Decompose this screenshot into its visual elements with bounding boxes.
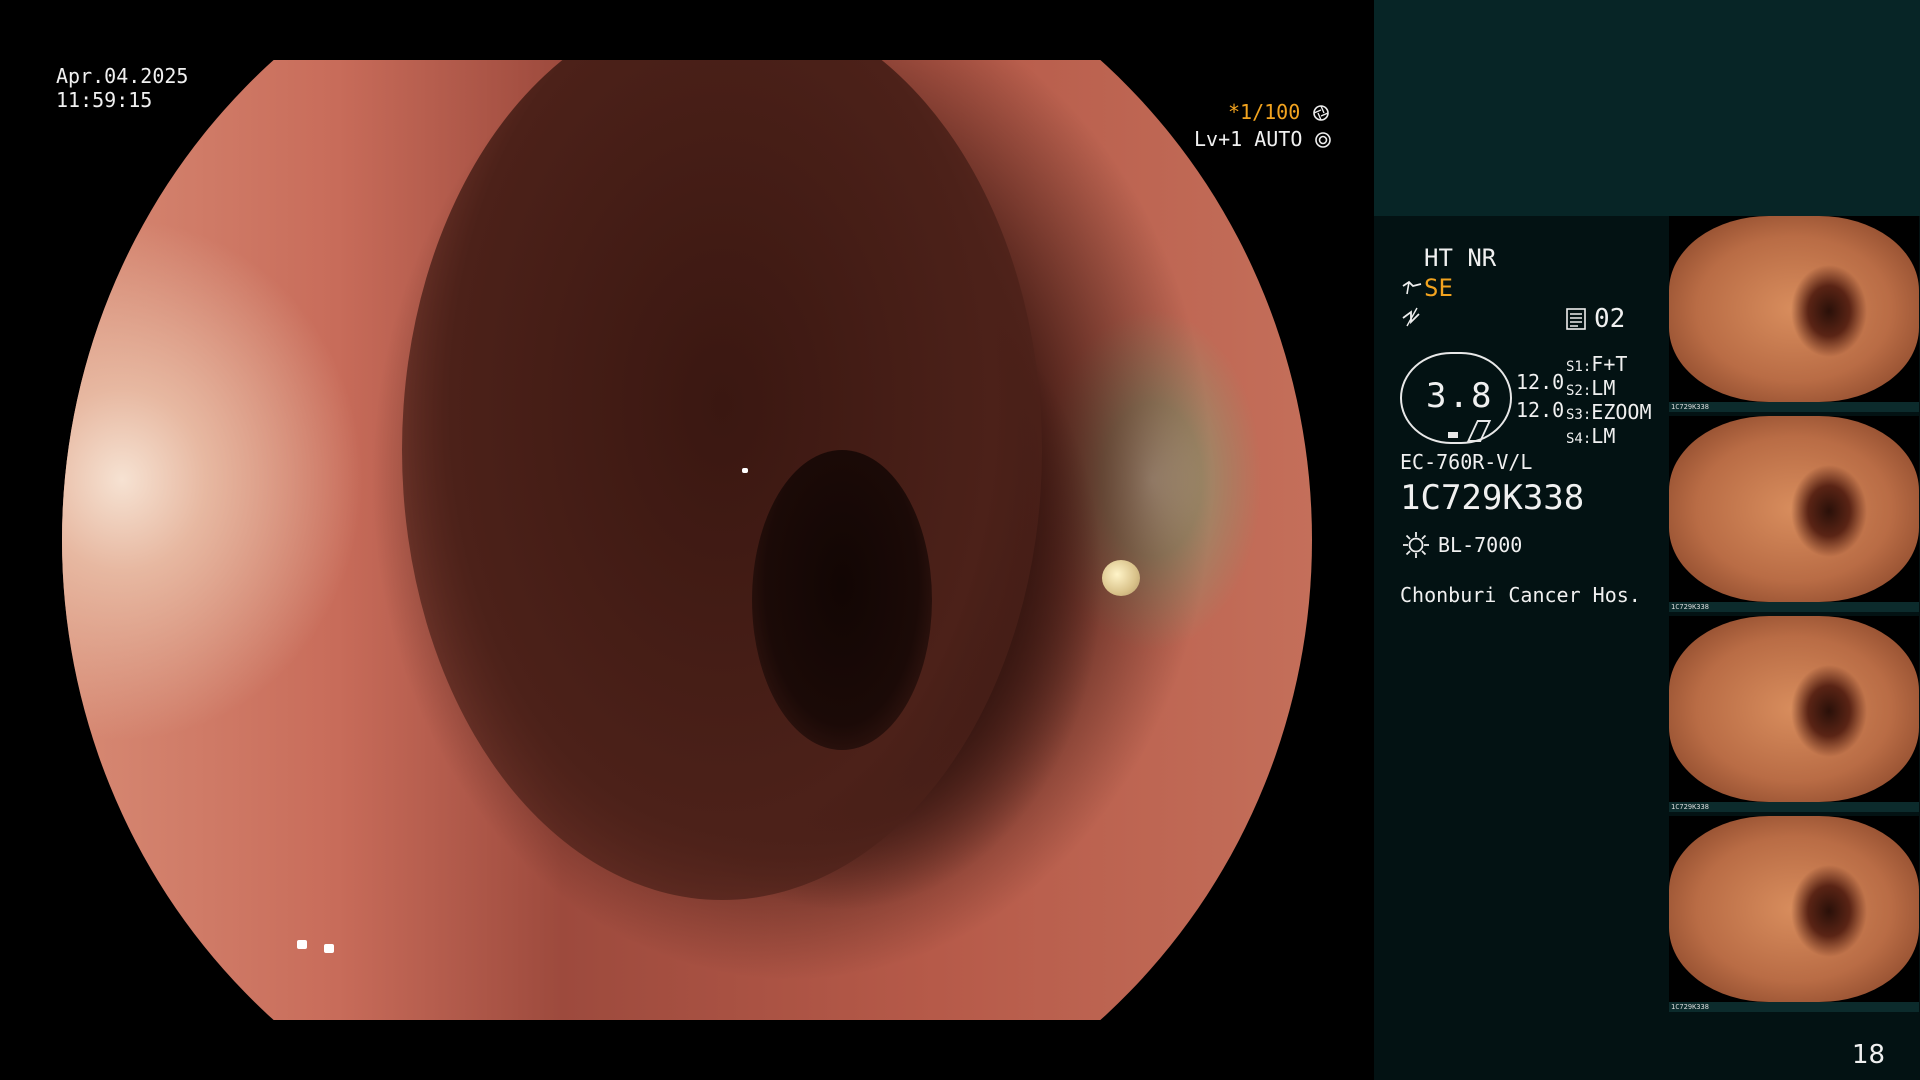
thumbnail-image: [1669, 816, 1919, 1002]
switch-4-label: S4:: [1566, 431, 1592, 447]
thumbnail-caption: 1C729K338: [1671, 603, 1709, 611]
specular-highlight: [324, 944, 334, 953]
switch-3: S3:EZOOM: [1566, 400, 1652, 424]
ht-nr-text: HT NR: [1424, 244, 1497, 272]
light-source: BL-7000: [1438, 533, 1523, 557]
thumbnail-image: [1669, 616, 1919, 802]
switch-2-value: LM: [1591, 376, 1616, 400]
switch-4-value: LM: [1591, 424, 1616, 448]
switch-1-value: F+T: [1591, 352, 1628, 376]
speed-indicator: [1448, 432, 1458, 438]
level-text: Lv+1 AUTO: [1194, 127, 1303, 151]
captured-thumbnail[interactable]: 1C729K338: [1669, 216, 1919, 412]
captured-thumbnail[interactable]: 1C729K338: [1669, 416, 1919, 612]
captured-thumbnail[interactable]: 1C729K338: [1669, 816, 1919, 1012]
switch-1: S1:F+T: [1566, 352, 1627, 376]
colon-lumen: [752, 450, 932, 750]
thumbnail-image: [1669, 416, 1919, 602]
switch-2: S2:LM: [1566, 376, 1615, 400]
value-2: 12.0: [1516, 398, 1565, 422]
thumbnail-caption: 1C729K338: [1671, 403, 1709, 411]
hospital-name: Chonburi Cancer Hos.: [1400, 583, 1641, 607]
date-text: Apr.04.2025: [56, 64, 189, 88]
page-number: 18: [1852, 1040, 1886, 1070]
time-text: 11:59:15: [56, 88, 153, 112]
sun-icon: [1403, 532, 1429, 558]
auto-ring-icon: [1315, 132, 1332, 148]
captured-thumbnail[interactable]: 1C729K338: [1669, 616, 1919, 812]
preset-icon: [1566, 308, 1586, 330]
se-mode-text: SE: [1424, 274, 1453, 302]
speed-value: 3.8: [1426, 376, 1494, 416]
aperture-icon: [1313, 105, 1330, 121]
switch-4: S4:LM: [1566, 424, 1615, 448]
switch-3-value: EZOOM: [1591, 400, 1652, 424]
specular-highlight: [297, 940, 307, 949]
value-1: 12.0: [1516, 370, 1565, 394]
preset-number: 02: [1594, 304, 1626, 334]
thumbnail-caption: 1C729K338: [1671, 1003, 1709, 1011]
switch-1-label: S1:: [1566, 359, 1592, 375]
switch-3-label: S3:: [1566, 407, 1592, 423]
shutter-row: *1/100: [1228, 100, 1330, 124]
thumbnail-image: [1669, 216, 1919, 402]
endoscope-view: [62, 60, 1312, 1020]
scope-model: EC-760R-V/L: [1400, 450, 1533, 474]
thumbnail-caption: 1C729K338: [1671, 803, 1709, 811]
wave-icon: [1402, 307, 1420, 327]
specular-highlight: [742, 468, 748, 473]
scope-serial: 1C729K338: [1400, 478, 1585, 518]
polyp: [1102, 560, 1140, 596]
scope-icon: [1402, 280, 1422, 295]
switch-2-label: S2:: [1566, 383, 1592, 399]
level-row: Lv+1 AUTO: [1194, 127, 1332, 151]
shutter-value: *1/100: [1228, 100, 1301, 124]
panel-header: [1374, 0, 1920, 216]
